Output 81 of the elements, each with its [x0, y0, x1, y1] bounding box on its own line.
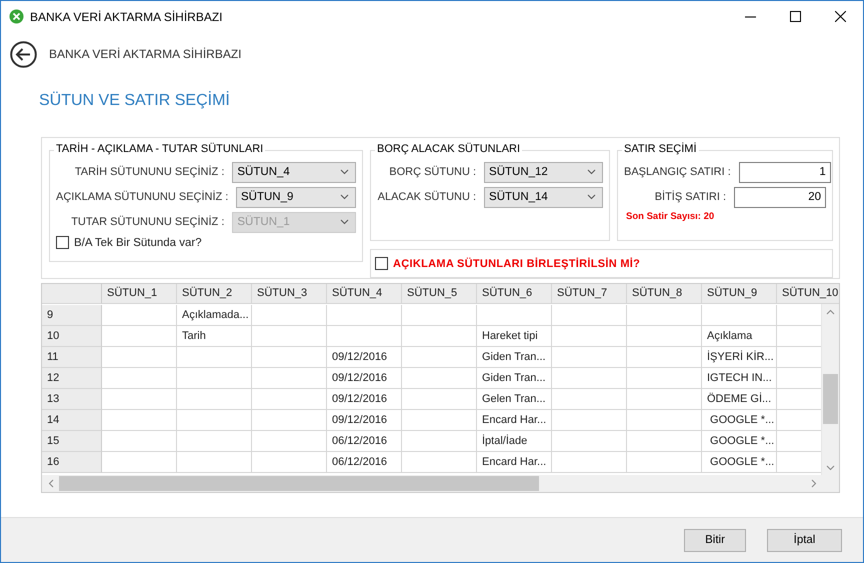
- table-cell: Açıklama: [702, 326, 777, 347]
- scroll-left-icon[interactable]: [48, 479, 54, 488]
- column-header[interactable]: SÜTUN_9: [702, 284, 777, 304]
- row-header[interactable]: 9: [42, 305, 102, 326]
- table-cell: Gelen Tran...: [477, 389, 552, 410]
- table-cell: 09/12/2016: [327, 347, 402, 368]
- dropdown[interactable]: SÜTUN_14: [484, 186, 603, 208]
- checkbox-label: AÇIKLAMA SÜTUNLARI BİRLEŞTİRİLSİN Mİ?: [393, 258, 640, 270]
- field-label: TARİH SÜTUNUNU SEÇİNİZ :: [74, 166, 226, 178]
- table-cell: GOOGLE *...: [702, 452, 777, 473]
- caret-icon: [587, 194, 596, 200]
- caret-icon: [340, 219, 349, 225]
- table-cell: Hareket tipi: [477, 326, 552, 347]
- row-count-note: Son Satir Sayısı: 20: [625, 211, 716, 222]
- column-header[interactable]: SÜTUN_7: [552, 284, 627, 304]
- vertical-scrollbar[interactable]: [821, 304, 839, 476]
- table-cell: Giden Tran...: [477, 347, 552, 368]
- app-icon: [9, 9, 24, 24]
- table-cell: 06/12/2016: [327, 431, 402, 452]
- column-header[interactable]: SÜTUN_3: [252, 284, 327, 304]
- checkbox-label: B/A Tek Bir Sütunda var?: [74, 236, 202, 248]
- column-header[interactable]: SÜTUN_10: [777, 284, 839, 304]
- table-cell: İŞYERİ KİR...: [702, 347, 777, 368]
- column-header[interactable]: SÜTUN_4: [327, 284, 402, 304]
- dropdown[interactable]: SÜTUN_9: [236, 186, 356, 208]
- row-header[interactable]: 15: [42, 431, 102, 452]
- dropdown[interactable]: SÜTUN_4: [232, 162, 356, 182]
- dialog-button[interactable]: İptal: [767, 528, 842, 552]
- field-label: TUTAR SÜTUNUNU SEÇİNİZ :: [70, 216, 226, 228]
- number-field[interactable]: 1: [738, 162, 831, 182]
- column-header[interactable]: SÜTUN_6: [477, 284, 552, 304]
- dropdown[interactable]: SÜTUN_12: [484, 162, 603, 182]
- table-cell: ÖDEME Gİ...: [702, 389, 777, 410]
- group-title: SATIR SEÇİMİ: [622, 143, 699, 155]
- table-cell: Encard Har...: [477, 452, 552, 473]
- row-header[interactable]: 11: [42, 347, 102, 368]
- table-cell: 06/12/2016: [327, 452, 402, 473]
- table-cell: Açıklamada...: [177, 305, 252, 326]
- table-cell: 09/12/2016: [327, 389, 402, 410]
- row-header[interactable]: 14: [42, 410, 102, 431]
- page-title: SÜTUN VE SATIR SEÇİMİ: [39, 92, 231, 111]
- scroll-down-icon[interactable]: [826, 465, 835, 471]
- scroll-right-icon[interactable]: [811, 479, 817, 488]
- scroll-up-icon[interactable]: [826, 309, 835, 315]
- column-header[interactable]: SÜTUN_1: [102, 284, 177, 304]
- caret-icon: [587, 169, 596, 175]
- table-cell: Tarih: [177, 326, 252, 347]
- table-cell: İptal/İade: [477, 431, 552, 452]
- table-cell: GOOGLE *...: [702, 431, 777, 452]
- column-header[interactable]: SÜTUN_8: [627, 284, 702, 304]
- table-cell: GOOGLE *...: [702, 410, 777, 431]
- scroll-thumb[interactable]: [823, 374, 838, 424]
- checkbox[interactable]: [56, 236, 69, 249]
- dialog-button[interactable]: Bitir: [684, 528, 746, 552]
- field-label: BORÇ SÜTUNU :: [388, 166, 478, 178]
- field-label: BİTİŞ SATIRI :: [654, 191, 727, 203]
- checkbox[interactable]: [375, 257, 388, 270]
- group-title: BORÇ ALACAK SÜTUNLARI: [375, 143, 522, 155]
- column-header[interactable]: SÜTUN_2: [177, 284, 252, 304]
- row-header[interactable]: 16: [42, 452, 102, 473]
- row-header[interactable]: 12: [42, 368, 102, 389]
- row-header[interactable]: 10: [42, 326, 102, 347]
- scroll-thumb[interactable]: [59, 476, 539, 491]
- back-icon[interactable]: [10, 40, 37, 68]
- column-header[interactable]: SÜTUN_5: [402, 284, 477, 304]
- field-label: BAŞLANGIÇ SATIRI :: [624, 166, 732, 178]
- table-cell: 09/12/2016: [327, 410, 402, 431]
- field-label: AÇIKLAMA SÜTUNUNU SEÇİNİZ :: [56, 191, 230, 203]
- table-cell: Encard Har...: [477, 410, 552, 431]
- caret-icon: [340, 169, 349, 175]
- table-cell: Giden Tran...: [477, 368, 552, 389]
- caret-icon: [340, 194, 349, 200]
- row-header[interactable]: 13: [42, 389, 102, 410]
- group-title: TARİH - AÇIKLAMA - TUTAR SÜTUNLARI: [54, 143, 266, 155]
- table-cell: 09/12/2016: [327, 368, 402, 389]
- horizontal-scrollbar[interactable]: [42, 475, 823, 492]
- number-field[interactable]: 20: [734, 186, 826, 208]
- window-title: BANKA VERİ AKTARMA SİHİRBAZI: [30, 10, 224, 24]
- header-title: BANKA VERİ AKTARMA SİHİRBAZI: [49, 47, 242, 61]
- table-cell: IGTECH IN...: [702, 368, 777, 389]
- field-label: ALACAK SÜTUNU :: [377, 191, 478, 203]
